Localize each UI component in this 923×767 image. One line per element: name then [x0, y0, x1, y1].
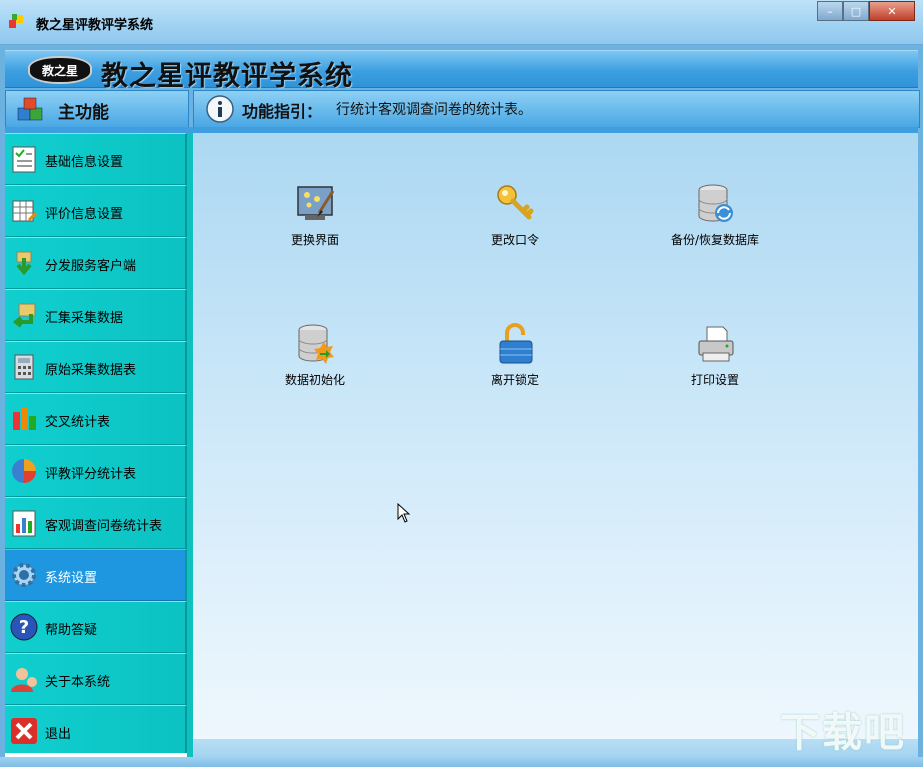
minimize-button[interactable]: – — [817, 1, 843, 21]
guide-text: 行统计客观调查问卷的统计表。 — [336, 102, 532, 118]
main-function-header: 主功能 — [5, 90, 189, 128]
window-titlebar[interactable]: 教之星评教评学系统 – □ ✕ — [0, 0, 923, 45]
window-controls: – □ ✕ — [817, 1, 915, 21]
collect-arrow-icon — [12, 303, 36, 328]
function-guide-bar: 功能指引： 行统计客观调查问卷的统计表。 — [193, 90, 920, 128]
app-icon — [9, 14, 23, 28]
sidebar-item-score-stats[interactable]: 评教评分统计表 — [5, 445, 187, 497]
sidebar-item-collect-data[interactable]: 汇集采集数据 — [5, 289, 187, 341]
function-label: 打印设置 — [690, 373, 739, 387]
exit-icon — [11, 718, 37, 744]
sidebar-item-about[interactable]: 关于本系统 — [5, 653, 187, 705]
sidebar-item-label: 基础信息设置 — [45, 155, 124, 170]
sidebar-item-label: 分发服务客户端 — [45, 259, 137, 274]
pie-chart-icon — [12, 459, 36, 483]
printer-icon — [698, 326, 734, 362]
sidebar-item-system-settings[interactable]: 系统设置 — [5, 549, 187, 601]
backup-restore-db-button[interactable]: 备份/恢复数据库 — [655, 183, 775, 263]
leave-lock-button[interactable]: 离开锁定 — [455, 323, 575, 403]
survey-chart-icon — [12, 510, 36, 537]
guide-label: 功能指引： — [242, 102, 323, 121]
function-label: 备份/恢复数据库 — [670, 233, 760, 247]
function-label: 离开锁定 — [490, 373, 539, 387]
app-banner: 教之星 教之星评教评学系统 — [5, 50, 918, 92]
watermark: 下载吧 — [780, 710, 906, 756]
function-label: 数据初始化 — [284, 373, 345, 387]
download-arrow-icon — [16, 251, 32, 276]
database-backup-icon — [698, 184, 733, 222]
user-icon — [11, 668, 37, 692]
change-skin-icon — [297, 186, 335, 220]
checklist-icon — [12, 146, 36, 173]
change-skin-button[interactable]: 更换界面 — [255, 183, 375, 263]
lock-icon — [499, 323, 533, 364]
main-function-label: 主功能 — [58, 103, 109, 123]
sidebar-item-label: 系统设置 — [45, 571, 98, 586]
print-settings-button[interactable]: 打印设置 — [655, 323, 775, 403]
sidebar: 基础信息设置 评价信息设置 分发服务客户端 汇集采集数据 原始采集数据表 交叉统… — [5, 133, 187, 757]
sidebar-item-label: 汇集采集数据 — [45, 311, 124, 326]
mouse-cursor-icon — [397, 503, 411, 523]
calculator-icon — [14, 354, 34, 380]
sidebar-item-raw-data-table[interactable]: 原始采集数据表 — [5, 341, 187, 393]
sidebar-item-label: 评价信息设置 — [45, 207, 124, 222]
sidebar-item-label: 评教评分统计表 — [45, 467, 137, 482]
key-icon — [497, 185, 534, 220]
sidebar-item-label: 关于本系统 — [45, 675, 111, 690]
database-init-icon — [298, 324, 334, 364]
close-button[interactable]: ✕ — [869, 1, 915, 21]
sidebar-item-basic-info[interactable]: 基础信息设置 — [5, 133, 187, 185]
function-panel: 更换界面 更改口令 备份/恢复数据库 数据初始化 离开锁定 打印设置 — [193, 133, 918, 739]
app-title: 教之星评教评学系统 — [101, 61, 353, 92]
info-icon — [206, 95, 234, 123]
sidebar-item-survey-stats[interactable]: 客观调查问卷统计表 — [5, 497, 187, 549]
gear-icon — [12, 563, 36, 587]
maximize-button[interactable]: □ — [843, 1, 869, 21]
sidebar-item-label: 原始采集数据表 — [45, 363, 137, 378]
sidebar-item-distribute-client[interactable]: 分发服务客户端 — [5, 237, 187, 289]
help-icon: ? — [10, 613, 38, 641]
sidebar-item-cross-stats[interactable]: 交叉统计表 — [5, 393, 187, 445]
sidebar-item-label: 退出 — [45, 727, 72, 742]
grid-edit-icon — [12, 200, 38, 222]
window-bottom-frame — [0, 757, 923, 767]
function-label: 更换界面 — [290, 233, 339, 247]
sidebar-item-evaluation-info[interactable]: 评价信息设置 — [5, 185, 187, 237]
window-title: 教之星评教评学系统 — [36, 18, 154, 33]
cross-stats-icon — [13, 408, 36, 430]
cubes-icon — [17, 97, 43, 121]
function-label: 更改口令 — [490, 233, 539, 247]
sidebar-item-label: 客观调查问卷统计表 — [45, 519, 163, 534]
sidebar-item-label: 交叉统计表 — [45, 415, 111, 430]
sidebar-item-label: 帮助答疑 — [45, 623, 98, 638]
sidebar-item-exit[interactable]: 退出 — [5, 705, 187, 757]
logo: 教之星 — [28, 56, 92, 84]
sidebar-item-help[interactable]: ? 帮助答疑 — [5, 601, 187, 653]
data-init-button[interactable]: 数据初始化 — [255, 323, 375, 403]
svg-text:?: ? — [19, 617, 29, 638]
change-password-button[interactable]: 更改口令 — [455, 183, 575, 263]
